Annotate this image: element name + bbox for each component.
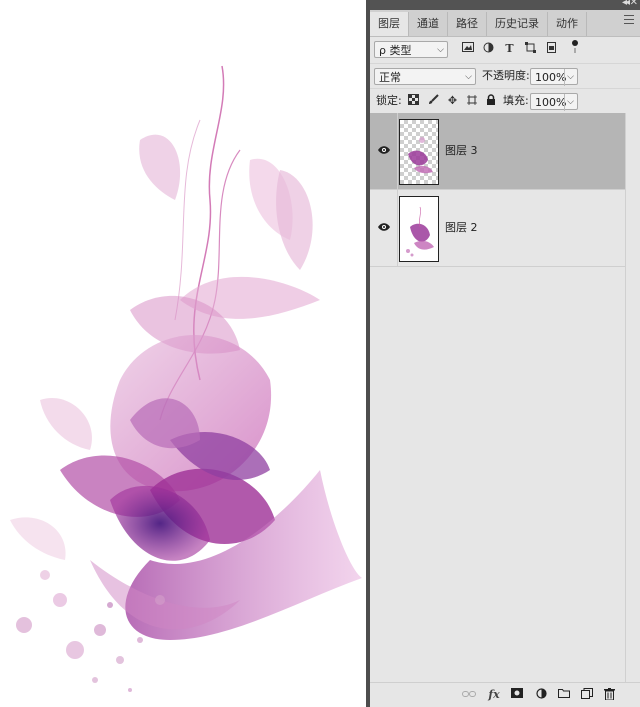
- chevron-down-icon[interactable]: ⌵: [564, 94, 574, 111]
- layer-thumbnail[interactable]: [399, 196, 439, 262]
- lock-artboard-icon[interactable]: [465, 94, 478, 107]
- document-canvas[interactable]: [0, 0, 366, 707]
- adjust-filter-icon[interactable]: [482, 42, 495, 55]
- lock-paint-icon[interactable]: [427, 94, 440, 107]
- shape-filter-icon[interactable]: [524, 42, 537, 55]
- type-filter-icon[interactable]: T: [503, 42, 516, 55]
- eye-icon[interactable]: [378, 145, 390, 155]
- tab-layers[interactable]: 图层: [370, 12, 409, 36]
- opacity-field[interactable]: 100% ⌵: [530, 68, 578, 86]
- eye-icon[interactable]: [378, 222, 390, 232]
- blend-mode-select[interactable]: 正常 ⌵: [374, 68, 476, 85]
- fill-field[interactable]: 100% ⌵: [530, 93, 578, 111]
- tab-actions[interactable]: 动作: [548, 12, 587, 36]
- filter-toggle-icon[interactable]: [568, 39, 581, 53]
- filter-kind-select[interactable]: ρ 类型 ⌵: [374, 41, 448, 58]
- chevron-down-icon: ⌵: [465, 72, 472, 82]
- tab-paths[interactable]: 路径: [448, 12, 487, 36]
- purple-flower-artwork: [10, 65, 362, 692]
- tab-channels[interactable]: 通道: [409, 12, 448, 36]
- mask-icon[interactable]: [510, 688, 524, 702]
- blend-mode-value: 正常: [379, 71, 401, 84]
- filter-kind-value: ρ 类型: [379, 44, 412, 57]
- panel-menu-icon[interactable]: [624, 15, 634, 25]
- panel-footer: fx: [370, 682, 640, 707]
- layer-row[interactable]: 图层 2: [370, 190, 625, 267]
- blend-row: 正常 ⌵ 不透明度: 100% ⌵: [370, 64, 640, 89]
- image-filter-icon[interactable]: [461, 42, 474, 55]
- panel-tabs: 图层 通道 路径 历史记录 动作: [370, 10, 640, 37]
- smart-filter-icon[interactable]: [545, 42, 558, 55]
- lock-pixels-icon[interactable]: [407, 94, 420, 107]
- opacity-value: 100%: [535, 71, 567, 84]
- folder-icon[interactable]: [557, 688, 571, 702]
- panel-collapse-bar[interactable]: ◂◂ ✕: [370, 0, 640, 10]
- lock-row: 锁定: ✥ 填充: 100% ⌵: [370, 89, 640, 114]
- layers-scrollbar[interactable]: [625, 113, 640, 683]
- chevron-down-icon[interactable]: ⌵: [564, 69, 574, 86]
- lock-label: 锁定:: [376, 94, 402, 107]
- new-layer-icon[interactable]: [580, 688, 594, 702]
- layer-row[interactable]: 图层 3: [370, 113, 625, 190]
- collapse-panel-icon[interactable]: ◂◂: [622, 0, 630, 8]
- lock-all-icon[interactable]: [484, 94, 497, 107]
- opacity-label: 不透明度:: [482, 69, 530, 82]
- fill-value: 100%: [535, 96, 567, 109]
- fx-icon[interactable]: fx: [487, 688, 501, 702]
- layers-list: 图层 3 图层 2: [370, 113, 625, 683]
- link-icon[interactable]: [462, 688, 476, 702]
- close-panel-icon[interactable]: ✕: [630, 0, 638, 8]
- layer-thumbnail[interactable]: [399, 119, 439, 185]
- layer-filter-row: ρ 类型 ⌵ T: [370, 37, 640, 64]
- adjustment-icon[interactable]: [534, 688, 548, 702]
- fill-label: 填充:: [503, 94, 529, 107]
- trash-icon[interactable]: [602, 688, 616, 702]
- layer-name[interactable]: 图层 3: [445, 113, 478, 189]
- layer-name[interactable]: 图层 2: [445, 190, 478, 266]
- chevron-down-icon: ⌵: [437, 45, 444, 55]
- layers-panel: ◂◂ ✕ 图层 通道 路径 历史记录 动作 ρ 类型 ⌵ T 正常 ⌵ 不透明度…: [370, 0, 640, 707]
- tab-history[interactable]: 历史记录: [487, 12, 548, 36]
- lock-move-icon[interactable]: ✥: [446, 94, 459, 107]
